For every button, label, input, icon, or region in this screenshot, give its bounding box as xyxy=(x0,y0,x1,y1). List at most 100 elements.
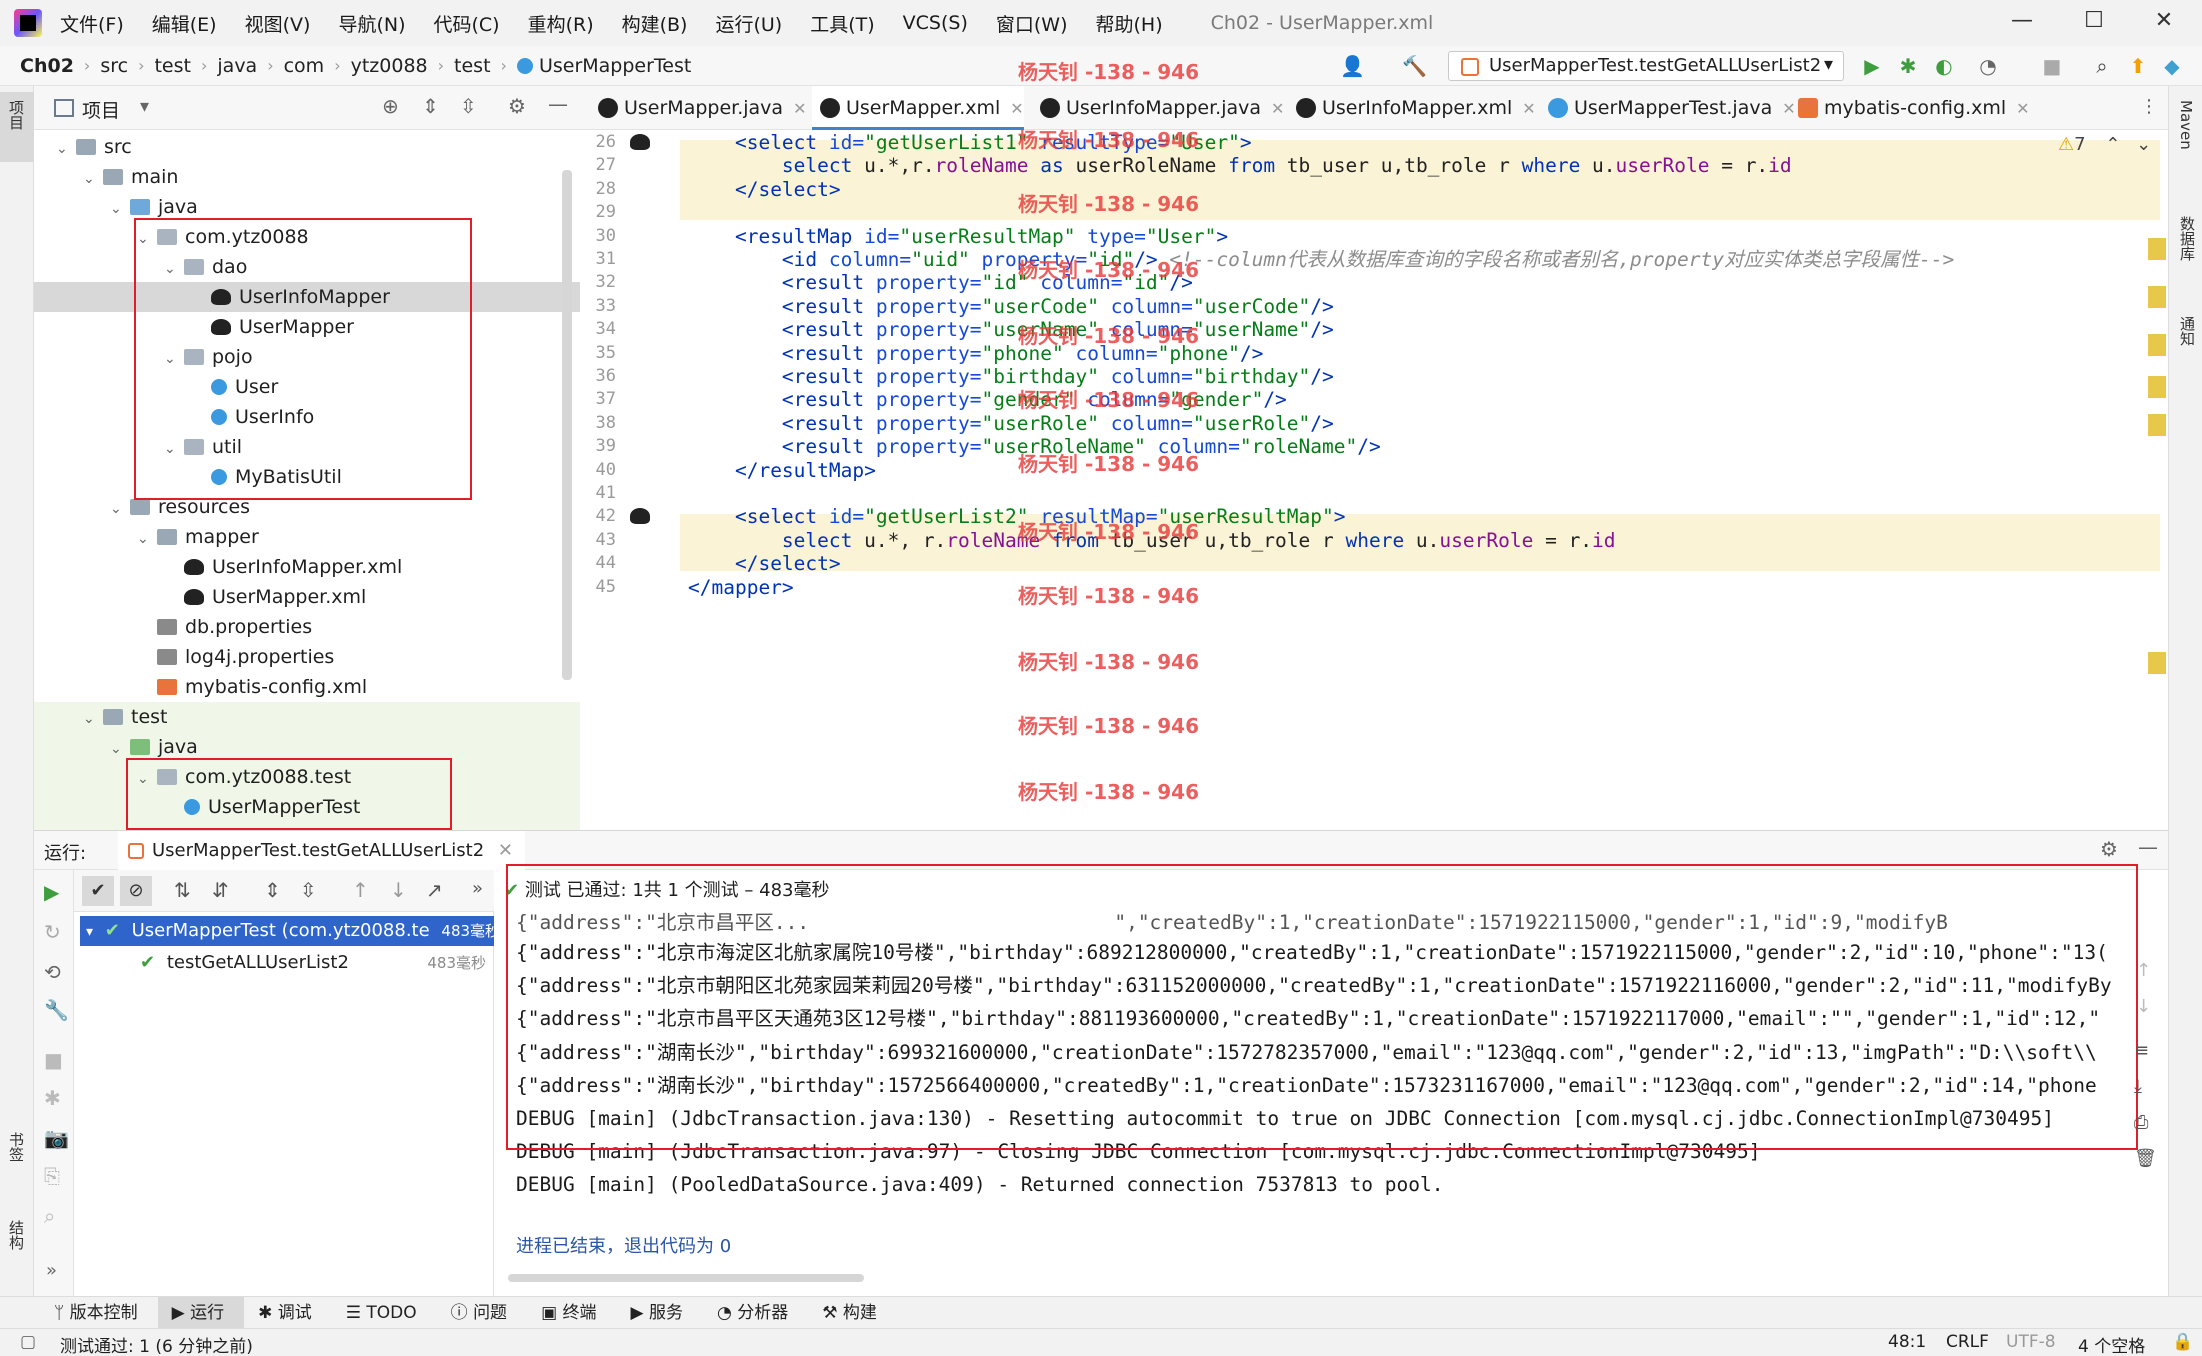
profile-icon[interactable]: ◔ xyxy=(1976,54,2000,78)
hide-panel-icon[interactable]: — xyxy=(548,92,568,116)
lock-icon[interactable]: 🔒 xyxy=(2172,1332,2193,1352)
trash-icon[interactable]: 🗑 xyxy=(2134,1148,2157,1169)
tree-scrollbar[interactable] xyxy=(562,170,572,680)
test-case-row[interactable]: ✔ testGetALLUserList2 483毫秒 xyxy=(80,948,494,978)
soft-wrap-icon[interactable]: ≡ xyxy=(2134,1040,2149,1061)
console-output[interactable]: ✔ 测试 已通过: 1共 1 个测试 – 483毫秒 {"address":"北… xyxy=(494,864,2168,1296)
chevron-up-icon[interactable]: ⌃ xyxy=(2105,134,2120,155)
indent-setting[interactable]: 4 个空格 xyxy=(2078,1332,2145,1356)
tab-usermappertest-java[interactable]: UserMapperTest.java ✕ xyxy=(1540,86,1796,130)
toolwindow-run[interactable]: ▶ 运行 xyxy=(157,1296,245,1329)
tree-item[interactable]: mybatis-config.xml xyxy=(137,672,367,702)
tree-item[interactable]: log4j.properties xyxy=(137,642,334,672)
menu-help[interactable]: 帮助(H) xyxy=(1096,10,1163,37)
breadcrumb-project[interactable]: Ch02 xyxy=(20,55,74,77)
camera-icon[interactable]: 📷 xyxy=(44,1126,69,1150)
run-config-tab[interactable]: UserMapperTest.testGetALLUserList2 ✕ xyxy=(118,831,525,871)
down-icon[interactable]: ↓ xyxy=(2136,996,2151,1017)
console-scrollbar[interactable] xyxy=(508,1274,864,1282)
code-line[interactable]: select u.*,r.roleName as userRoleName fr… xyxy=(688,149,1792,182)
menu-tools[interactable]: 工具(T) xyxy=(810,10,874,37)
toolwindow-profiler[interactable]: ◔ 分析器 xyxy=(703,1297,808,1329)
wrench-icon[interactable]: 🔧 xyxy=(44,998,69,1022)
tree-item[interactable]: UserMapper.xml xyxy=(164,582,366,612)
breadcrumb-test[interactable]: test xyxy=(154,55,191,77)
hammer-icon[interactable]: 🔨 xyxy=(1402,54,1427,78)
chevron-down-icon[interactable]: ⌄ xyxy=(56,134,76,164)
breadcrumb-test-pkg[interactable]: test xyxy=(454,55,491,77)
close-icon[interactable]: ✕ xyxy=(2144,8,2184,33)
debug-icon[interactable]: ✱ xyxy=(44,1086,61,1110)
toolwindow-services[interactable]: ▶ 服务 xyxy=(617,1297,703,1329)
sort-alpha-icon[interactable]: ⇅ xyxy=(174,878,191,902)
intellij-logo-icon[interactable] xyxy=(14,9,42,37)
show-passed-icon[interactable]: ✔ xyxy=(82,876,114,906)
close-tab-icon[interactable]: ✕ xyxy=(498,840,513,861)
minimize-icon[interactable]: — xyxy=(2002,8,2042,33)
run-icon[interactable]: ▶ xyxy=(1860,54,1884,78)
collapse-all-icon[interactable]: ⇳ xyxy=(300,878,317,902)
run-config-select[interactable]: UserMapperTest.testGetALLUserList2 ▾ xyxy=(1448,51,1844,81)
menu-vcs[interactable]: VCS(S) xyxy=(903,12,968,34)
tree-item[interactable]: db.properties xyxy=(137,612,312,642)
project-panel-title[interactable]: 项目 xyxy=(82,96,120,123)
close-tab-icon[interactable]: ✕ xyxy=(1271,99,1284,118)
jetbrains-icon[interactable]: ◆ xyxy=(2160,54,2184,78)
close-tab-icon[interactable]: ✕ xyxy=(1010,99,1023,118)
menu-build[interactable]: 构建(B) xyxy=(622,10,688,37)
menu-refactor[interactable]: 重构(R) xyxy=(528,10,594,37)
menu-file[interactable]: 文件(F) xyxy=(60,10,124,37)
chevron-down-icon[interactable]: ⌄ xyxy=(137,524,157,554)
line-separator[interactable]: CRLF xyxy=(1946,1332,1989,1352)
breadcrumb-com[interactable]: com xyxy=(284,55,325,77)
zoom-icon[interactable]: ⌕ xyxy=(44,1204,55,1228)
scroll-end-icon[interactable]: ⤓ xyxy=(2134,1076,2142,1097)
test-suite-row[interactable]: ▾ ✔ UserMapperTest (com.ytz0088.te 483毫秒 xyxy=(80,916,494,946)
breadcrumb-class[interactable]: UserMapperTest xyxy=(516,55,691,77)
rerun-failed-icon[interactable]: ↻ xyxy=(44,920,61,944)
maximize-icon[interactable]: ☐ xyxy=(2074,8,2114,33)
print-icon[interactable]: ⎙ xyxy=(2134,1112,2148,1133)
tree-item[interactable]: ⌄ src xyxy=(56,132,132,162)
chevron-down-icon[interactable]: ▾ xyxy=(140,96,149,117)
inspection-widget[interactable]: ⚠7 ⌃ ⌄ xyxy=(2058,134,2151,155)
structure-tool-tab[interactable]: 结构 xyxy=(6,1220,27,1250)
locate-icon[interactable]: ⊕ xyxy=(382,94,399,118)
coverage-icon[interactable]: ◐ xyxy=(1932,54,1956,78)
caret-position[interactable]: 48:1 xyxy=(1888,1332,1926,1352)
maven-tool-tab[interactable]: Maven xyxy=(2177,100,2195,150)
chevron-down-icon[interactable]: ⌄ xyxy=(2136,134,2151,155)
up-icon[interactable]: ↑ xyxy=(2136,960,2151,981)
tree-item[interactable]: ⌄ main xyxy=(83,162,178,192)
notifications-tool-tab[interactable]: 通知 xyxy=(2177,316,2198,346)
close-tab-icon[interactable]: ✕ xyxy=(1522,99,1535,118)
export-icon[interactable]: ⎘ xyxy=(44,1164,60,1188)
next-icon[interactable]: ↓ xyxy=(390,878,407,902)
menu-code[interactable]: 代码(C) xyxy=(433,10,499,37)
hide-panel-icon[interactable]: — xyxy=(2138,835,2158,859)
chevron-down-icon[interactable]: ⌄ xyxy=(83,164,103,194)
status-message[interactable]: 测试通过: 1 (6 分钟之前) xyxy=(60,1332,253,1356)
close-tab-icon[interactable]: ✕ xyxy=(2016,99,2029,118)
more-icon[interactable]: » xyxy=(472,878,483,899)
tree-item[interactable]: ⌄ mapper xyxy=(137,522,259,552)
mybatis-navigate-icon[interactable] xyxy=(630,508,650,525)
code-line[interactable]: </resultMap> xyxy=(688,454,876,487)
menu-window[interactable]: 窗口(W) xyxy=(996,10,1068,37)
tab-mybatis-config-xml[interactable]: mybatis-config.xml ✕ xyxy=(1790,86,2030,130)
sort-duration-icon[interactable]: ⇵ xyxy=(212,878,229,902)
menu-run[interactable]: 运行(U) xyxy=(715,10,782,37)
more-tabs-icon[interactable]: ⋮ xyxy=(2140,96,2158,117)
rerun-icon[interactable]: ▶ xyxy=(44,880,59,904)
breadcrumb-ytz0088[interactable]: ytz0088 xyxy=(351,55,428,77)
previous-icon[interactable]: ↑ xyxy=(352,878,369,902)
menu-edit[interactable]: 编辑(E) xyxy=(152,10,217,37)
search-icon[interactable]: ⌕ xyxy=(2090,54,2114,78)
gear-icon[interactable]: ⚙ xyxy=(2100,837,2118,861)
code-line[interactable]: </select> xyxy=(688,173,841,206)
tree-item[interactable]: UserInfoMapper.xml xyxy=(164,552,402,582)
toolwindow-problems[interactable]: ⓘ 问题 xyxy=(437,1297,527,1329)
toolwindow-terminal[interactable]: ▣ 终端 xyxy=(527,1297,616,1329)
chevron-down-icon[interactable]: ⌄ xyxy=(110,494,130,524)
stop-icon[interactable]: ■ xyxy=(44,1048,63,1072)
